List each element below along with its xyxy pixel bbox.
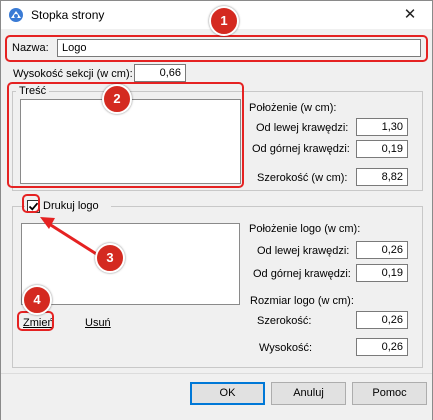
annotation-badge-2: 2: [102, 84, 132, 114]
annotation-badge-1: 1: [209, 6, 239, 36]
annotation-badge-3: 3: [95, 243, 125, 273]
annotation-badge-4: 4: [22, 285, 52, 315]
arrow-annotation: [40, 217, 99, 257]
